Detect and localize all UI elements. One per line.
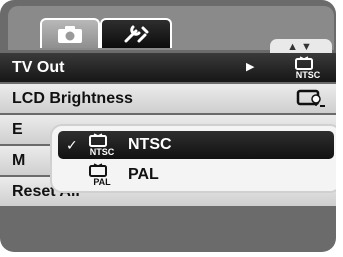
- lcd-brightness-icon: [296, 89, 325, 107]
- tv-icon-caption: NTSC: [90, 147, 115, 157]
- option-ntsc[interactable]: ✓ NTSC NTSC: [58, 131, 334, 159]
- menu-row-tv-out[interactable]: TV Out ▶ NTSC: [0, 53, 336, 82]
- check-icon: ✓: [66, 137, 78, 153]
- camera-menu-screen: ▲▼ TV Out ▶ NTSC LCD Brightness E M Rese…: [0, 0, 336, 252]
- menu-row-label: E: [12, 121, 23, 138]
- tv-icon-caption: NTSC: [296, 70, 321, 80]
- tv-pal-icon: PAL: [89, 163, 111, 187]
- wrench-screwdriver-icon: [124, 25, 149, 43]
- menu-row-label: LCD Brightness: [12, 90, 133, 107]
- tv-icon-caption: PAL: [93, 177, 111, 187]
- tv-ntsc-icon: NTSC: [295, 56, 321, 80]
- tv-ntsc-icon: NTSC: [89, 133, 115, 157]
- submenu-arrow-icon: ▶: [246, 61, 255, 73]
- option-pal[interactable]: PAL PAL: [58, 161, 334, 189]
- tab-camera[interactable]: [40, 18, 100, 48]
- option-label: NTSC: [128, 136, 172, 153]
- menu-row-label: M: [12, 152, 26, 169]
- tab-bar: ▲▼: [8, 6, 334, 56]
- tv-out-submenu: ✓ NTSC NTSC PAL PAL: [50, 124, 336, 193]
- menu-row-label: TV Out: [12, 59, 65, 76]
- menu-row-lcd-brightness[interactable]: LCD Brightness: [0, 84, 336, 113]
- tab-setup[interactable]: [100, 18, 172, 48]
- camera-icon: [58, 26, 82, 43]
- option-label: PAL: [128, 166, 159, 183]
